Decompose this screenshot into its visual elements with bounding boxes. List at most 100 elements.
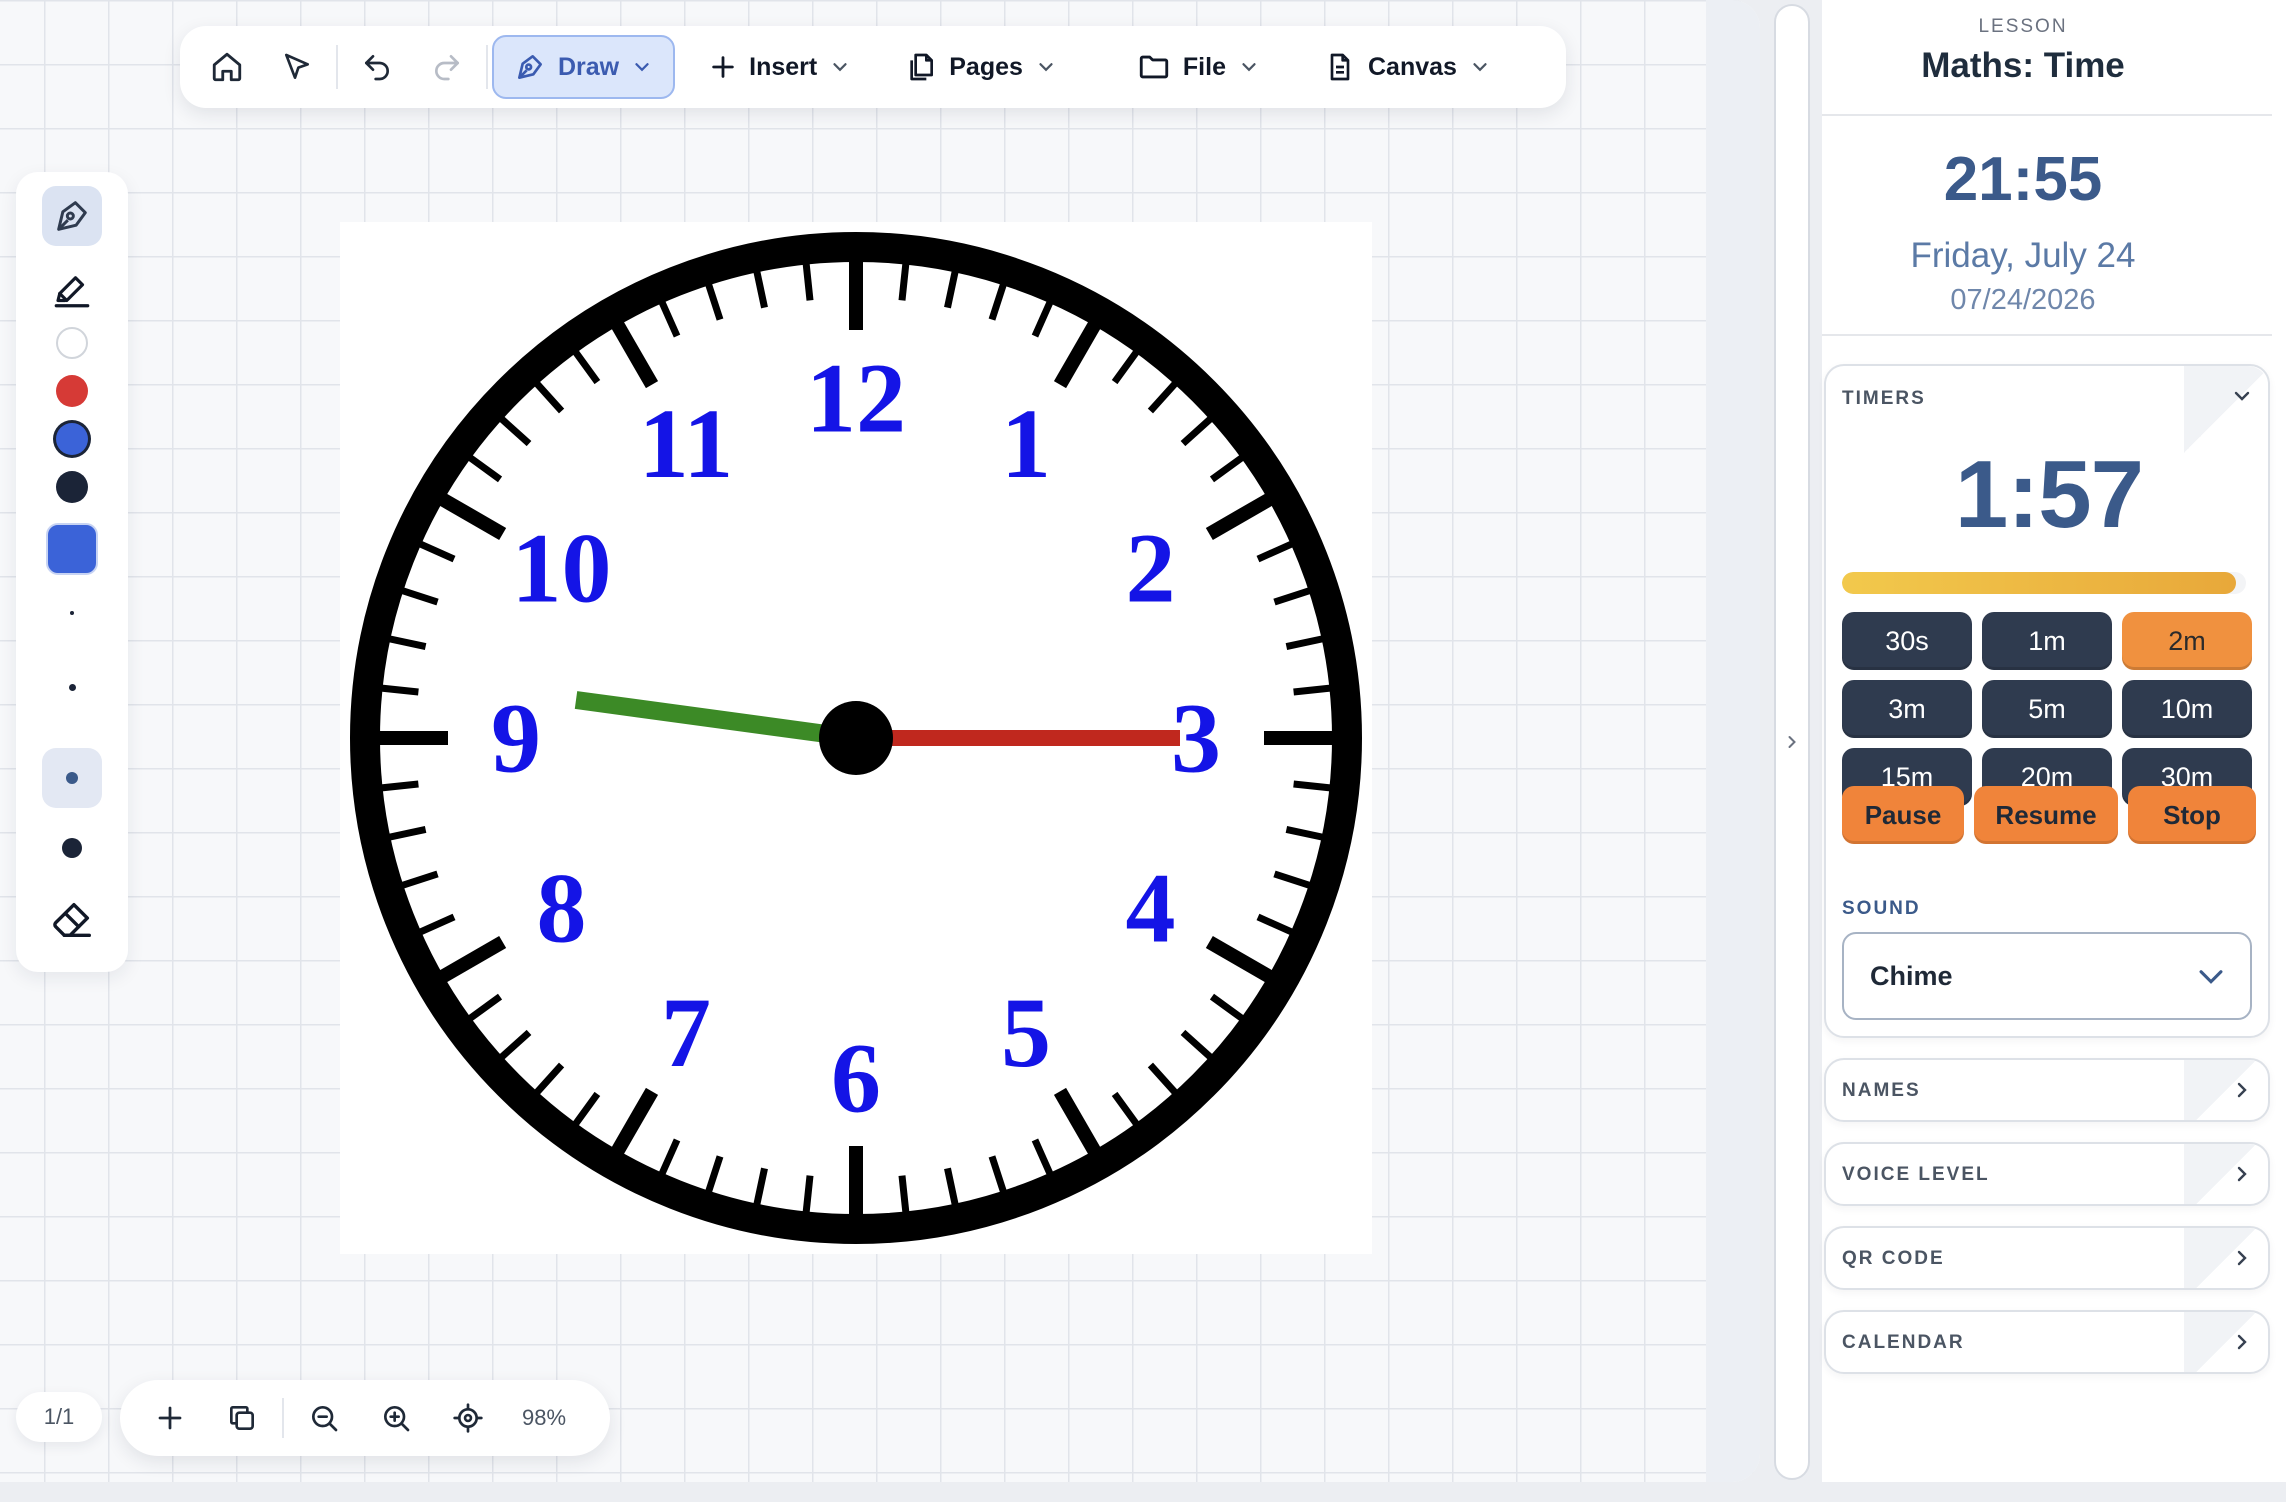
timer-controls: Pause Resume Stop	[1842, 786, 2256, 844]
zoom-out-button[interactable]	[288, 1388, 360, 1448]
highlighter-icon	[54, 276, 90, 308]
color-swatch-black[interactable]	[16, 470, 128, 504]
timer-preset-3m[interactable]: 3m	[1842, 680, 1972, 738]
eraser-tool-button[interactable]	[16, 892, 128, 948]
names-panel[interactable]: NAMES	[1824, 1058, 2270, 1122]
sidebar-toggle-handle[interactable]	[1774, 4, 1810, 1480]
undo-icon	[365, 55, 389, 81]
clock-numeral-5: 5	[1001, 977, 1051, 1088]
add-page-button[interactable]	[134, 1388, 206, 1448]
resume-button[interactable]: Resume	[1974, 786, 2118, 844]
clock-minute-tick	[898, 1175, 910, 1214]
pages-menu[interactable]: Pages	[885, 35, 1077, 99]
clock-numeral-12: 12	[806, 343, 906, 454]
bottom-toolbar: 98%	[120, 1380, 610, 1456]
panel-corner-shade	[2184, 1144, 2268, 1204]
timers-collapse-button[interactable]	[2230, 384, 2254, 413]
sidebar-divider	[1822, 334, 2272, 336]
voice-level-panel-heading: VOICE LEVEL	[1842, 1164, 1990, 1185]
redo-button[interactable]	[412, 35, 482, 99]
voice-level-panel[interactable]: VOICE LEVEL	[1824, 1142, 2270, 1206]
qr-code-panel[interactable]: QR CODE	[1824, 1226, 2270, 1290]
stop-button[interactable]: Stop	[2128, 786, 2256, 844]
voice-level-expand-icon	[2230, 1162, 2254, 1191]
sound-select[interactable]: Chime	[1842, 932, 2252, 1020]
insert-menu[interactable]: Insert	[689, 35, 871, 99]
home-button[interactable]	[192, 35, 262, 99]
clock-numeral-1: 1	[1001, 388, 1051, 499]
timer-progress-track	[1842, 572, 2246, 594]
clock-numeral-8: 8	[537, 853, 587, 964]
clock-minute-tick	[380, 780, 419, 792]
names-expand-icon	[2230, 1078, 2254, 1107]
redo-icon	[435, 55, 459, 81]
pen-tool-button[interactable]	[42, 186, 102, 246]
clock-minute-tick	[898, 262, 910, 301]
color-swatch-dot	[56, 423, 88, 455]
clock-image[interactable]: 12 1 2 3 4 5 6 7 8 9 10 11	[340, 222, 1372, 1254]
zoom-level: 98%	[522, 1405, 567, 1430]
draw-menu-label: Draw	[558, 52, 620, 81]
clock-numeral-4: 4	[1125, 853, 1175, 964]
current-numeric-date: 07/24/2026	[1950, 284, 2096, 316]
clock-minute-tick	[1293, 684, 1332, 696]
panel-corner-shade	[2184, 1312, 2268, 1372]
clock-numeral-9: 9	[491, 683, 541, 794]
home-icon	[212, 52, 242, 82]
timer-preset-30s[interactable]: 30s	[1842, 612, 1972, 670]
qr-code-panel-heading: QR CODE	[1842, 1248, 1945, 1269]
cursor-arrow-icon	[285, 53, 309, 79]
calendar-expand-icon	[2230, 1330, 2254, 1359]
fill-color-button[interactable]	[16, 520, 128, 578]
recenter-button[interactable]	[432, 1388, 504, 1448]
timer-preset-5m[interactable]: 5m	[1982, 680, 2112, 738]
top-toolbar: Draw Insert Pages File Canvas	[180, 26, 1566, 108]
draw-menu[interactable]: Draw	[492, 35, 676, 99]
chevron-down-icon	[635, 63, 649, 72]
chevron-down-icon	[1242, 63, 1256, 72]
highlighter-tool-button[interactable]	[16, 262, 128, 318]
whiteboard-canvas[interactable]: 12 1 2 3 4 5 6 7 8 9 10 11 Draw Insert Pages	[0, 0, 1760, 1482]
timers-panel: TIMERS 1:57 30s 1m 2m 3m 5m 10m 15m 20m 30m Paus…	[1824, 364, 2270, 1038]
chevron-right-icon	[2237, 1166, 2247, 1182]
clock-numeral-6: 6	[831, 1023, 881, 1134]
timer-preset-2m[interactable]: 2m	[2122, 612, 2252, 670]
color-swatch-dot	[56, 375, 88, 407]
calendar-panel[interactable]: CALENDAR	[1824, 1310, 2270, 1374]
names-panel-heading: NAMES	[1842, 1080, 1921, 1101]
stroke-size-s[interactable]	[16, 672, 128, 702]
pages-icon	[910, 53, 934, 81]
file-menu-label: File	[1182, 52, 1226, 81]
clock-minute-tick	[802, 262, 814, 301]
timer-preset-10m[interactable]: 10m	[2122, 680, 2252, 738]
color-swatch-dot	[56, 327, 88, 359]
zoom-in-icon	[384, 1406, 410, 1432]
current-time: 21:55	[1943, 145, 2103, 214]
canvas-menu-label: Canvas	[1367, 52, 1457, 81]
stroke-size-dot	[70, 611, 74, 615]
color-swatch-red[interactable]	[16, 374, 128, 408]
duplicate-page-button[interactable]	[206, 1388, 278, 1448]
file-menu[interactable]: File	[1117, 35, 1280, 99]
stroke-size-l[interactable]	[16, 828, 128, 868]
stroke-size-dot	[62, 838, 82, 858]
pen-tool-icon	[57, 201, 87, 231]
stroke-size-xs[interactable]	[16, 598, 128, 628]
color-swatch-blue[interactable]	[16, 422, 128, 456]
timer-progress-fill	[1842, 572, 2236, 594]
panel-corner-shade	[2184, 1228, 2268, 1288]
fill-color-square	[46, 523, 98, 575]
zoom-in-button[interactable]	[360, 1388, 432, 1448]
canvas-menu[interactable]: Canvas	[1304, 35, 1511, 99]
color-swatch-white[interactable]	[16, 326, 128, 360]
calendar-panel-heading: CALENDAR	[1842, 1332, 1965, 1353]
pages-menu-label: Pages	[949, 52, 1023, 81]
select-button[interactable]	[262, 35, 332, 99]
stroke-size-m[interactable]	[42, 748, 102, 808]
timer-preset-1m[interactable]: 1m	[1982, 612, 2112, 670]
panel-corner-shade	[2184, 1060, 2268, 1120]
undo-button[interactable]	[342, 35, 412, 99]
toolbar-divider	[336, 45, 338, 89]
pause-button[interactable]: Pause	[1842, 786, 1964, 844]
clock-minute-tick	[380, 684, 419, 696]
